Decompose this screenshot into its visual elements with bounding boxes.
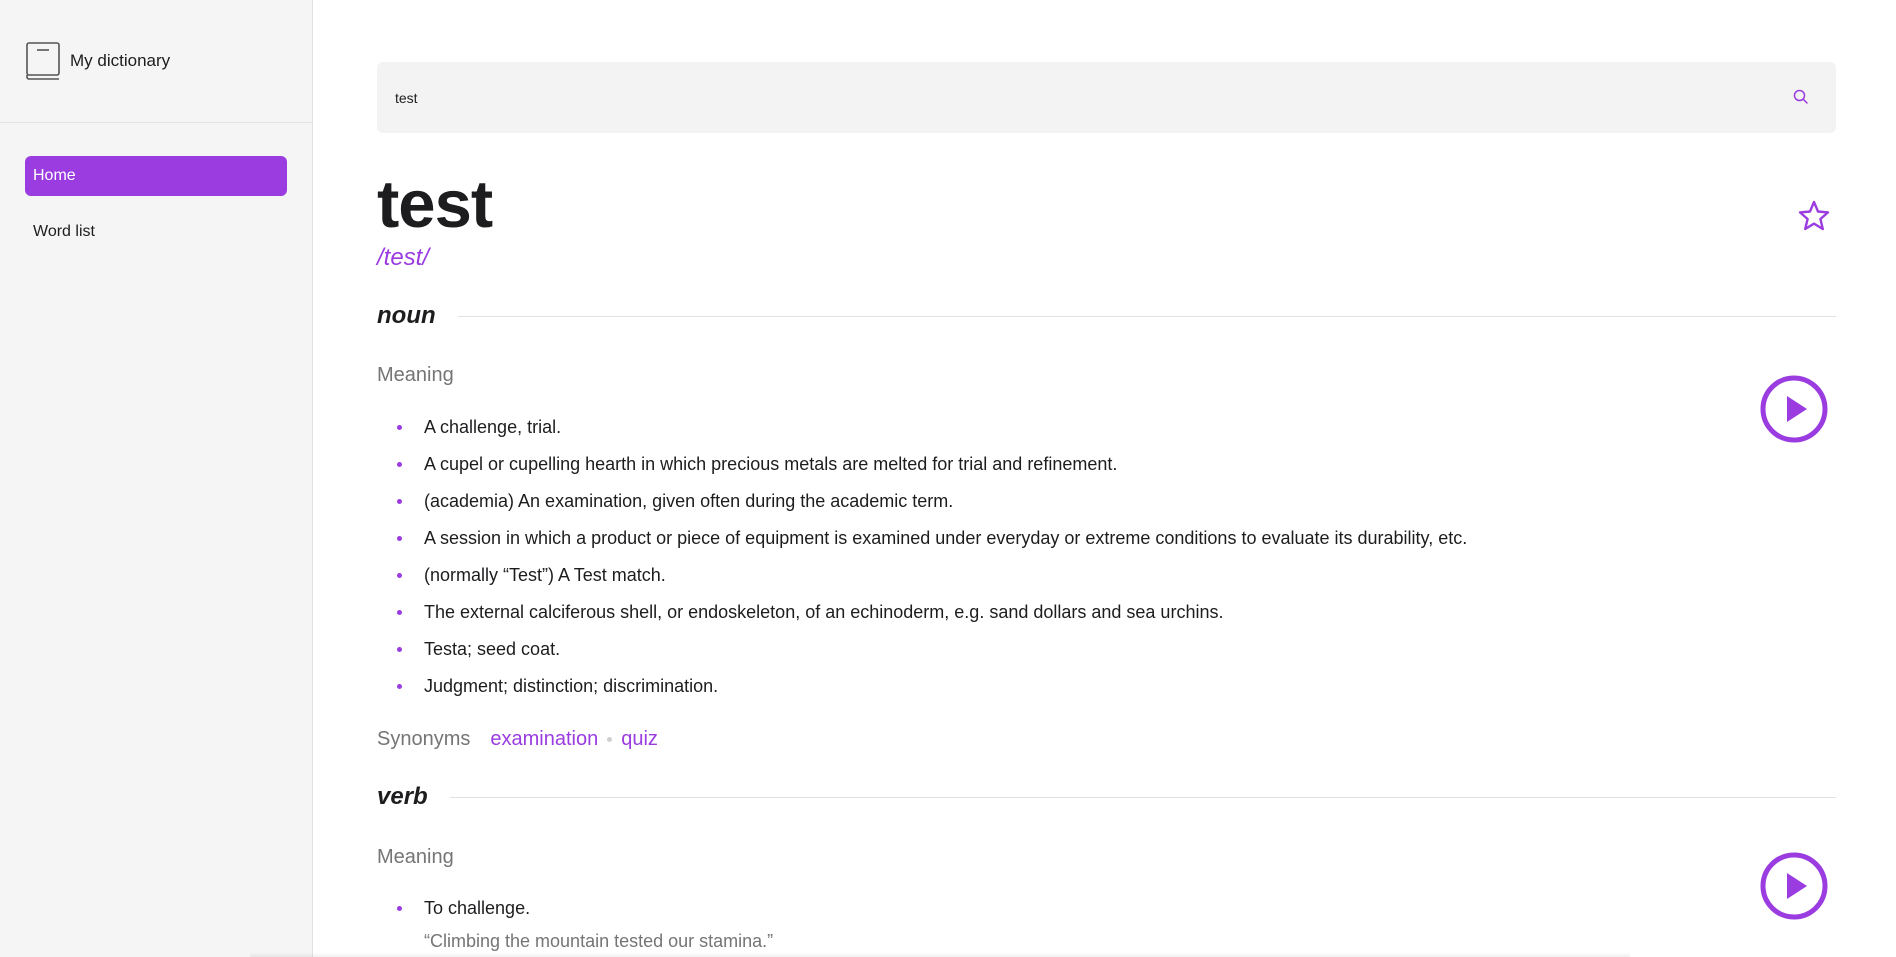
play-icon[interactable]	[1760, 375, 1828, 443]
main-content: test /test/ noun Meaning A challenge, tr…	[377, 0, 1836, 957]
definition-text: Judgment; distinction; discrimination.	[424, 676, 719, 696]
definition-list: A challenge, trial. A cupel or cupelling…	[397, 414, 1467, 710]
definition-item: A challenge, trial.	[397, 414, 1467, 451]
part-of-speech-verb: verb	[377, 783, 1836, 811]
definition-text: (normally “Test”) A Test match.	[424, 565, 666, 585]
brand[interactable]: My dictionary	[0, 0, 312, 123]
divider	[457, 315, 1836, 317]
synonym-link[interactable]: examination	[490, 728, 598, 751]
bullet-icon	[397, 647, 402, 652]
bullet-icon	[397, 536, 402, 541]
definition-text: Testa; seed coat.	[424, 639, 561, 659]
pos-label: noun	[377, 302, 436, 329]
play-icon[interactable]	[1760, 852, 1828, 920]
bottom-shadow	[250, 952, 1630, 957]
separator-dot	[607, 737, 613, 742]
pos-label: verb	[377, 783, 428, 810]
sidebar-item-home[interactable]: Home	[25, 156, 287, 196]
star-icon[interactable]	[1797, 199, 1831, 233]
search-input[interactable]	[395, 62, 1775, 133]
bullet-icon	[397, 684, 402, 689]
meaning-label: Meaning	[377, 364, 454, 386]
definition-text: A cupel or cupelling hearth in which pre…	[424, 454, 1118, 474]
sidebar: My dictionary Home Word list	[0, 0, 313, 957]
synonym-link[interactable]: quiz	[621, 728, 658, 751]
divider	[449, 796, 1836, 798]
definition-item: A session in which a product or piece of…	[397, 525, 1467, 562]
bullet-icon	[397, 462, 402, 467]
search-bar	[377, 62, 1836, 133]
bullet-icon	[397, 610, 402, 615]
definition-item: The external calciferous shell, or endos…	[397, 599, 1467, 636]
part-of-speech-noun: noun	[377, 302, 1836, 330]
phonetic: /test/	[377, 244, 430, 271]
sidebar-item-word-list[interactable]: Word list	[25, 212, 287, 252]
sidebar-nav: Home Word list	[0, 123, 312, 252]
definition-item: Testa; seed coat.	[397, 636, 1467, 673]
example-sentence: “Climbing the mountain tested our stamin…	[424, 931, 774, 951]
definition-list: To challenge.	[397, 895, 530, 932]
definition-item: Judgment; distinction; discrimination.	[397, 673, 1467, 710]
definition-text: (academia) An examination, given often d…	[424, 491, 954, 511]
definition-item: (normally “Test”) A Test match.	[397, 562, 1467, 599]
brand-name: My dictionary	[70, 51, 171, 70]
definition-item: (academia) An examination, given often d…	[397, 488, 1467, 525]
synonyms-label: Synonyms	[377, 728, 471, 750]
bullet-icon	[397, 499, 402, 504]
word-title: test	[377, 167, 493, 242]
definition-item: A cupel or cupelling hearth in which pre…	[397, 451, 1467, 488]
search-icon[interactable]	[1792, 88, 1810, 106]
definition-text: To challenge.	[424, 898, 531, 918]
definition-text: A challenge, trial.	[424, 417, 562, 437]
bullet-icon	[397, 906, 402, 911]
bullet-icon	[397, 573, 402, 578]
synonyms-row: Synonyms examination quiz	[377, 728, 658, 751]
bullet-icon	[397, 425, 402, 430]
definition-text: The external calciferous shell, or endos…	[424, 602, 1224, 622]
book-icon	[25, 41, 61, 81]
definition-item: To challenge.	[397, 895, 530, 932]
meaning-label: Meaning	[377, 846, 454, 868]
definition-text: A session in which a product or piece of…	[424, 528, 1468, 548]
